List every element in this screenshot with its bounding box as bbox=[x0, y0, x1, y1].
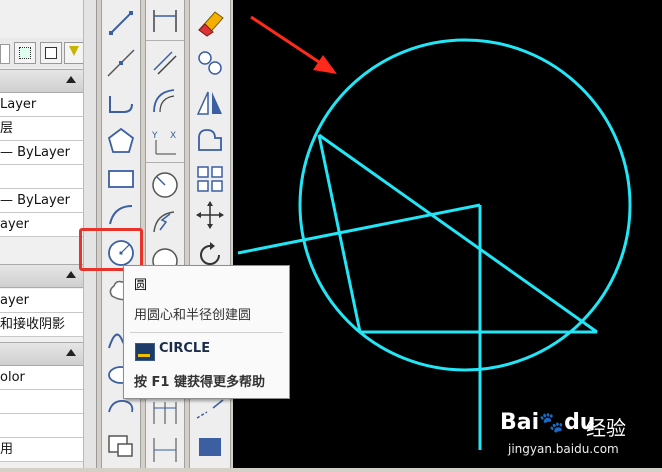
collapse-icon bbox=[66, 76, 76, 83]
copy-icon bbox=[198, 51, 222, 75]
arc-button[interactable] bbox=[104, 198, 138, 232]
continue-dimension-button[interactable] bbox=[148, 432, 182, 466]
toolbar-separator bbox=[146, 162, 184, 163]
eraser-icon bbox=[198, 11, 224, 37]
polyline-button[interactable] bbox=[104, 86, 138, 120]
aligned-dim-icon bbox=[153, 51, 177, 75]
polygon-button[interactable] bbox=[104, 124, 138, 158]
mirror-button[interactable] bbox=[193, 86, 227, 120]
watermark-logo: Bai🐾du bbox=[500, 410, 595, 435]
continue-dim-icon bbox=[153, 438, 177, 462]
svg-text:X: X bbox=[170, 131, 176, 141]
annotation-arrow-icon bbox=[250, 15, 337, 74]
select-objects-icon bbox=[45, 47, 57, 59]
baseline-dimension-button[interactable] bbox=[148, 396, 182, 430]
join-icon bbox=[199, 438, 221, 456]
section-plot-style-header[interactable] bbox=[0, 342, 84, 366]
tooltip-circle: 圆 用圆心和半径创建圆 CIRCLE 按 F1 键获得更多帮助 bbox=[123, 265, 290, 399]
collapse-icon bbox=[66, 349, 76, 356]
command-icon bbox=[135, 343, 155, 361]
line-button[interactable] bbox=[104, 6, 138, 40]
select-objects-button[interactable] bbox=[40, 42, 62, 64]
insert-block-button[interactable] bbox=[104, 428, 138, 462]
paw-icon: 🐾 bbox=[539, 410, 565, 434]
polygon-icon bbox=[107, 127, 135, 153]
watermark: Bai🐾du 经验 jingyan.baidu.com bbox=[500, 408, 650, 464]
radius-dimension-button[interactable] bbox=[148, 168, 182, 202]
section-3d-visualization-header[interactable] bbox=[0, 264, 84, 288]
polyline-icon bbox=[109, 96, 133, 113]
move-button[interactable] bbox=[193, 198, 227, 232]
erase-button[interactable] bbox=[193, 6, 227, 40]
array-icon bbox=[197, 166, 223, 192]
drawn-line bbox=[318, 133, 598, 334]
construction-line-button[interactable] bbox=[104, 46, 138, 80]
properties-toolbar bbox=[0, 38, 86, 68]
prop-value[interactable]: ayer bbox=[0, 213, 84, 237]
linear-dimension-button[interactable] bbox=[148, 4, 182, 38]
watermark-url: jingyan.baidu.com bbox=[508, 442, 619, 456]
array-button[interactable] bbox=[193, 162, 227, 196]
tooltip-command: CIRCLE bbox=[159, 341, 211, 356]
move-icon bbox=[196, 201, 224, 229]
insert-block-icon bbox=[108, 435, 133, 457]
join-button[interactable] bbox=[193, 430, 227, 464]
offset-button[interactable] bbox=[193, 124, 227, 158]
prop-value[interactable]: ayer bbox=[0, 289, 84, 313]
aligned-dimension-button[interactable] bbox=[148, 46, 182, 80]
prop-value[interactable]: olor bbox=[0, 366, 84, 390]
copy-button[interactable] bbox=[193, 46, 227, 80]
prop-value[interactable]: 用 bbox=[0, 438, 84, 462]
tooltip-title: 圆 bbox=[134, 278, 148, 293]
toolbar-separator bbox=[146, 40, 184, 41]
line-icon bbox=[109, 11, 133, 35]
radius-icon bbox=[152, 172, 178, 198]
collapse-icon bbox=[66, 271, 76, 278]
prop-value[interactable]: Layer bbox=[0, 93, 84, 117]
rectangle-icon bbox=[108, 170, 134, 188]
prop-value[interactable]: — ByLayer bbox=[0, 189, 84, 213]
properties-dropdown-edge[interactable] bbox=[0, 44, 10, 64]
drawing-area bbox=[237, 15, 632, 450]
watermark-brand: Bai bbox=[500, 410, 540, 435]
tooltip-description: 用圆心和半径创建圆 bbox=[134, 308, 252, 323]
watermark-site-cn: 经验 bbox=[586, 416, 626, 440]
arc-length-icon bbox=[153, 89, 175, 113]
prop-value[interactable] bbox=[0, 414, 84, 438]
drawing-canvas[interactable] bbox=[233, 0, 662, 468]
jogged-icon bbox=[153, 211, 175, 233]
svg-text:Y: Y bbox=[151, 131, 158, 141]
baseline-icon bbox=[153, 402, 177, 424]
prop-value[interactable]: 层 bbox=[0, 117, 84, 141]
tooltip-divider bbox=[130, 332, 283, 333]
xline-icon bbox=[107, 49, 135, 77]
pickadd-icon bbox=[19, 47, 31, 59]
rectangle-button[interactable] bbox=[104, 162, 138, 196]
prop-value[interactable]: — ByLayer bbox=[0, 141, 84, 165]
section-general-header[interactable] bbox=[0, 69, 84, 93]
arc-icon bbox=[109, 205, 133, 225]
drawn-line bbox=[237, 203, 481, 255]
toggle-pickadd-button[interactable] bbox=[14, 42, 36, 64]
quick-select-icon bbox=[69, 46, 79, 56]
mirror-icon bbox=[196, 91, 222, 115]
offset-icon bbox=[198, 129, 222, 151]
arc-length-button[interactable] bbox=[148, 84, 182, 118]
linear-dim-icon bbox=[153, 10, 177, 32]
prop-value[interactable] bbox=[0, 165, 84, 189]
jogged-dimension-button[interactable] bbox=[148, 206, 182, 240]
prop-value[interactable] bbox=[0, 390, 84, 414]
tooltip-help: 按 F1 键获得更多帮助 bbox=[134, 375, 265, 390]
prop-value[interactable]: 和接收阴影 bbox=[0, 313, 84, 337]
ordinate-dimension-button[interactable]: YX bbox=[148, 124, 182, 158]
ordinate-icon: YX bbox=[151, 131, 176, 155]
